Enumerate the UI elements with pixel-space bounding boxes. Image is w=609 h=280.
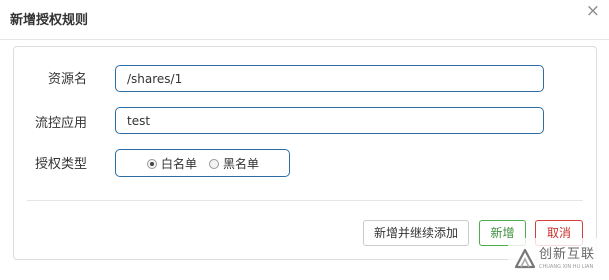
- auth-type-label: 授权类型: [34, 157, 87, 172]
- radio-unchecked-icon[interactable]: [209, 159, 219, 169]
- auth-type-radio-group: 白名单 黑名单: [115, 149, 290, 177]
- add-and-continue-button[interactable]: 新增并继续添加: [363, 220, 469, 246]
- flow-control-app-input[interactable]: [115, 107, 544, 134]
- form-divider: [27, 200, 583, 201]
- flow-control-app-label: 流控应用: [34, 116, 87, 131]
- close-icon[interactable]: ×: [586, 3, 600, 20]
- radio-blacklist-label: 黑名单: [223, 157, 260, 171]
- resource-name-input[interactable]: [115, 65, 544, 92]
- dialog-header: 新增授权规则 ×: [0, 0, 609, 40]
- resource-name-label: 资源名: [47, 72, 87, 87]
- watermark: 创新互联 CHUANG XIN HU LIAN: [508, 238, 609, 280]
- brand-logo-icon: [514, 248, 536, 269]
- radio-checked-icon[interactable]: [147, 159, 157, 169]
- watermark-tagline: CHUANG XIN HU LIAN: [539, 264, 594, 270]
- watermark-brand-name: 创新互联: [539, 247, 596, 262]
- radio-whitelist-label: 白名单: [161, 157, 198, 171]
- dialog-title: 新增授权规则: [10, 13, 89, 28]
- authorization-rule-dialog: 新增授权规则 × 资源名 流控应用 授权类型 白名单 黑名单 新增并继续添加 新…: [0, 0, 609, 280]
